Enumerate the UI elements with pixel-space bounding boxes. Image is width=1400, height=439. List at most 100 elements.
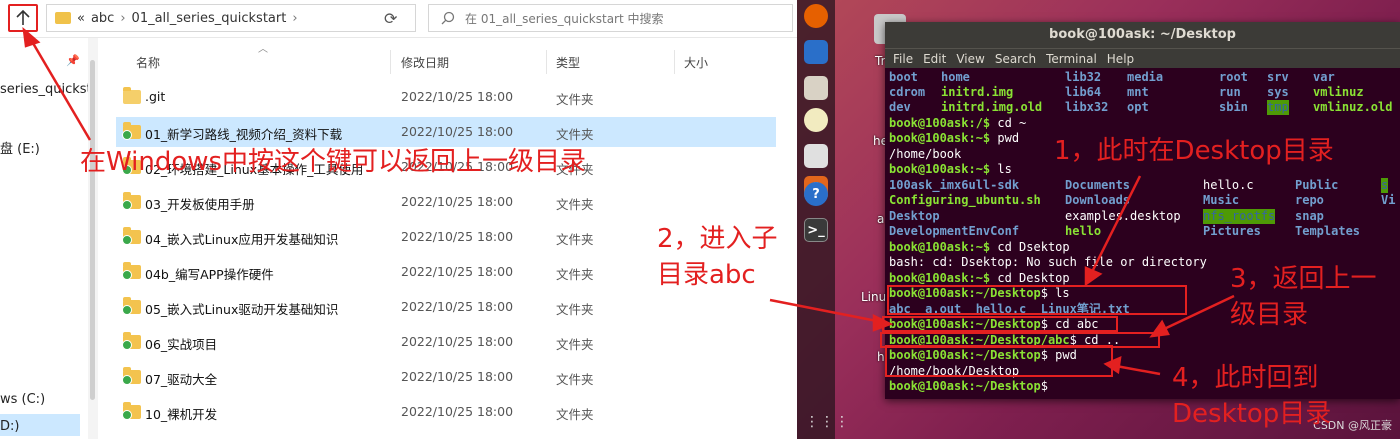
menu-terminal[interactable]: Terminal bbox=[1046, 49, 1097, 68]
folder-icon bbox=[122, 367, 141, 385]
annotation-text: 1，此时在Desktop目录 bbox=[1054, 136, 1334, 166]
show-applications-icon[interactable]: ⋮⋮⋮ bbox=[805, 414, 850, 430]
nav-scrollbar-thumb[interactable] bbox=[90, 60, 95, 400]
up-one-level-button[interactable] bbox=[8, 4, 38, 32]
sync-status-icon bbox=[122, 270, 132, 280]
folder-icon bbox=[122, 192, 141, 210]
search-icon bbox=[441, 11, 455, 25]
table-row[interactable]: 07_驱动大全 2022/10/25 18:00 文件夹 bbox=[116, 362, 776, 392]
file-date: 2022/10/25 18:00 bbox=[401, 124, 514, 139]
file-name: 06_实战项目 bbox=[145, 337, 218, 352]
file-type: 文件夹 bbox=[556, 302, 594, 317]
nav-item-quickstart[interactable]: series_quickst bbox=[0, 82, 92, 97]
annotation-text: 4，此时回到 bbox=[1172, 363, 1319, 393]
desktop-label: Tr bbox=[875, 54, 886, 68]
help-icon[interactable]: ? bbox=[804, 182, 828, 206]
file-type: 文件夹 bbox=[556, 267, 594, 282]
address-bar[interactable]: « abc › 01_all_series_quickstart › bbox=[46, 4, 416, 32]
annotation-box bbox=[887, 285, 1187, 315]
nav-item-drive-c[interactable]: ws (C:) bbox=[0, 392, 45, 407]
menu-file[interactable]: File bbox=[893, 49, 913, 68]
firefox-icon[interactable] bbox=[804, 4, 828, 28]
file-type: 文件夹 bbox=[556, 372, 594, 387]
folder-icon bbox=[122, 262, 141, 280]
file-name: 04b_编写APP操作硬件 bbox=[145, 267, 274, 282]
col-header-name[interactable]: 名称 bbox=[136, 54, 160, 71]
col-separator[interactable] bbox=[390, 50, 391, 74]
file-type: 文件夹 bbox=[556, 407, 594, 422]
annotation-box bbox=[882, 316, 1118, 332]
menu-view[interactable]: View bbox=[956, 49, 984, 68]
arrow-up-icon bbox=[16, 9, 30, 25]
table-row[interactable]: .git 2022/10/25 18:00 文件夹 bbox=[116, 82, 776, 112]
file-name: 03_开发板使用手册 bbox=[145, 197, 255, 212]
file-type: 文件夹 bbox=[556, 337, 594, 352]
search-input[interactable]: 在 01_all_series_quickstart 中搜索 bbox=[428, 4, 793, 32]
sync-status-icon bbox=[122, 410, 132, 420]
menu-search[interactable]: Search bbox=[995, 49, 1036, 68]
files-icon[interactable] bbox=[804, 76, 828, 100]
search-placeholder: 在 01_all_series_quickstart 中搜索 bbox=[465, 11, 664, 26]
table-row[interactable]: 05_嵌入式Linux驱动开发基础知识 2022/10/25 18:00 文件夹 bbox=[116, 292, 776, 322]
sync-status-icon bbox=[122, 340, 132, 350]
file-type: 文件夹 bbox=[556, 92, 594, 107]
file-date: 2022/10/25 18:00 bbox=[401, 264, 514, 279]
libreoffice-writer-icon[interactable] bbox=[804, 144, 828, 168]
refresh-icon[interactable]: ⟳ bbox=[384, 9, 397, 28]
col-header-type[interactable]: 类型 bbox=[556, 54, 580, 71]
table-row[interactable]: 03_开发板使用手册 2022/10/25 18:00 文件夹 bbox=[116, 187, 776, 217]
annotation-text: 2，进入子 bbox=[657, 224, 778, 254]
rhythmbox-icon[interactable] bbox=[804, 108, 828, 132]
file-type: 文件夹 bbox=[556, 232, 594, 247]
sync-status-icon bbox=[122, 200, 132, 210]
file-type: 文件夹 bbox=[556, 197, 594, 212]
breadcrumb-sep[interactable]: › bbox=[292, 11, 297, 26]
launcher-dock: A ? >_ ⋮⋮⋮ bbox=[797, 0, 849, 439]
menu-edit[interactable]: Edit bbox=[923, 49, 946, 68]
thunderbird-icon[interactable] bbox=[804, 40, 828, 64]
desktop-label: h bbox=[877, 350, 885, 364]
annotation-text: 3，返回上一 bbox=[1230, 264, 1377, 294]
table-row[interactable]: 06_实战项目 2022/10/25 18:00 文件夹 bbox=[116, 327, 776, 357]
annotation-text: 在Windows中按这个键可以返回上一级目录 bbox=[80, 147, 587, 177]
folder-icon bbox=[122, 122, 141, 140]
terminal-line: bash: cd: Dsektop: No such file or direc… bbox=[889, 255, 1207, 269]
col-header-size[interactable]: 大小 bbox=[684, 54, 708, 71]
menu-help[interactable]: Help bbox=[1107, 49, 1134, 68]
annotation-text: Desktop目录 bbox=[1172, 399, 1332, 429]
terminal-title: book@100ask: ~/Desktop bbox=[885, 22, 1400, 48]
col-separator[interactable] bbox=[674, 50, 675, 74]
pin-icon[interactable]: 📌 bbox=[66, 54, 80, 67]
breadcrumb-overflow[interactable]: « bbox=[77, 11, 85, 26]
annotation-text: 级目录 bbox=[1230, 300, 1309, 330]
breadcrumb-abc[interactable]: abc bbox=[91, 11, 114, 26]
nav-item-drive-d[interactable]: D:) bbox=[0, 419, 19, 434]
file-name: .git bbox=[145, 89, 166, 104]
file-date: 2022/10/25 18:00 bbox=[401, 334, 514, 349]
annotation-box bbox=[885, 345, 1113, 377]
file-date: 2022/10/25 18:00 bbox=[401, 89, 514, 104]
terminal-line: book@100ask:~$ ls bbox=[889, 162, 1012, 176]
file-date: 2022/10/25 18:00 bbox=[401, 404, 514, 419]
folder-icon bbox=[122, 227, 141, 245]
terminal-line: /home/book bbox=[889, 147, 962, 161]
sync-status-icon bbox=[122, 305, 132, 315]
annotation-text: 目录abc bbox=[657, 260, 756, 290]
col-separator[interactable] bbox=[546, 50, 547, 74]
terminal-menubar: File Edit View Search Terminal Help bbox=[885, 48, 1400, 68]
file-name: 10_裸机开发 bbox=[145, 407, 218, 422]
table-row[interactable]: 10_裸机开发 2022/10/25 18:00 文件夹 bbox=[116, 397, 776, 427]
folder-icon bbox=[123, 87, 141, 104]
col-header-date[interactable]: 修改日期 bbox=[401, 54, 449, 71]
nav-item-drive-e[interactable]: 盘 (E:) bbox=[0, 138, 40, 157]
sync-status-icon bbox=[122, 375, 132, 385]
file-name: 04_嵌入式Linux应用开发基础知识 bbox=[145, 232, 339, 247]
terminal-icon[interactable]: >_ bbox=[804, 218, 828, 242]
navigation-pane: 📌 series_quickst 盘 (E:) ws (C:) bbox=[0, 38, 92, 439]
breadcrumb-sep[interactable]: › bbox=[120, 11, 125, 26]
folder-icon bbox=[122, 332, 141, 350]
folder-icon bbox=[122, 402, 141, 420]
folder-icon bbox=[55, 12, 71, 24]
column-headers: ︿ 名称 修改日期 类型 大小 bbox=[100, 38, 797, 82]
breadcrumb-current[interactable]: 01_all_series_quickstart bbox=[132, 11, 287, 26]
